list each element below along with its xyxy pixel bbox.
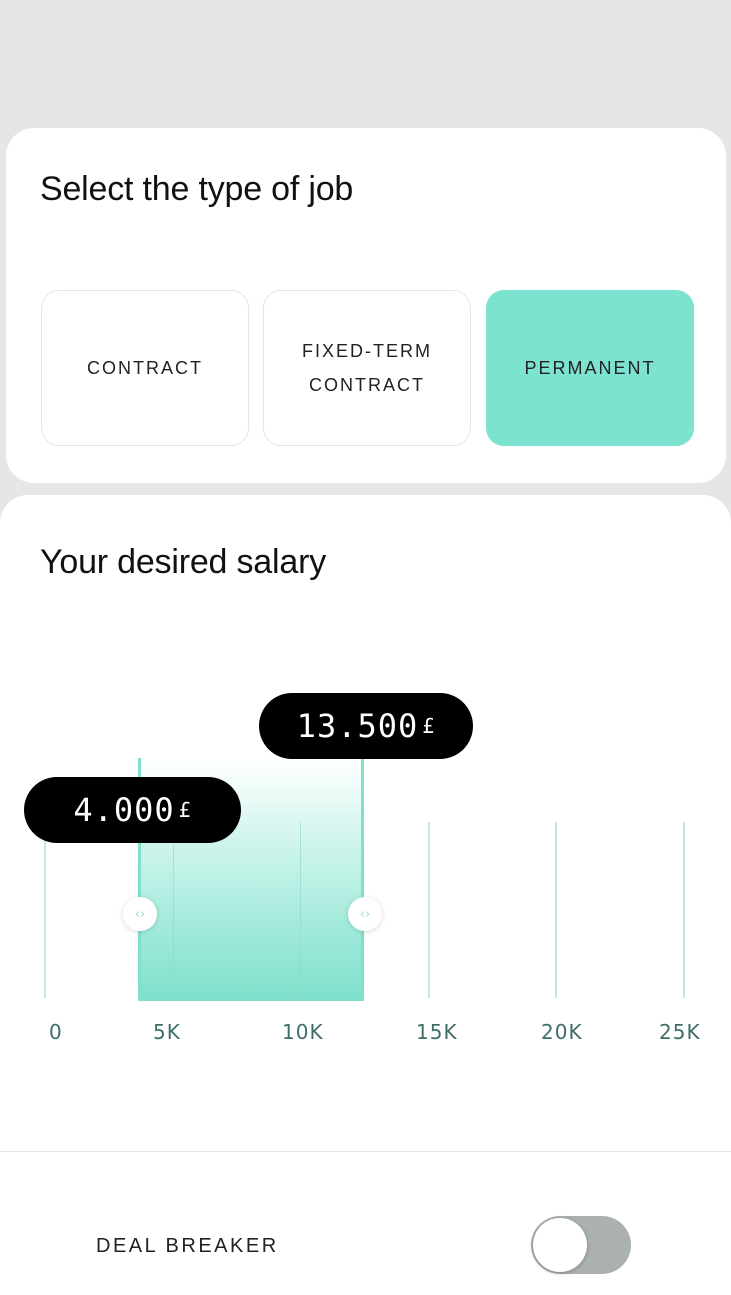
gridline-20k [555,822,557,998]
axis-tick-15k: 15K [416,1020,458,1044]
gridline-0 [44,840,46,998]
axis-tick-20k: 20K [541,1020,583,1044]
currency-symbol: £ [422,714,436,738]
job-option-fixed-term-contract[interactable]: FIXED-TERM CONTRACT [263,290,471,446]
gridline-15k [428,822,430,998]
gridline-25k [683,822,685,998]
job-type-title: Select the type of job [40,170,354,208]
gridline-10k [300,822,301,995]
drag-arrows-icon: ‹› [134,906,146,922]
job-option-permanent-label: PERMANENT [524,358,656,378]
min-salary-value: 4.000 [73,791,175,829]
gridline-5k [173,845,174,995]
job-option-fixed-term-line2: CONTRACT [309,375,425,395]
axis-tick-0: 0 [49,1020,63,1044]
currency-symbol: £ [178,798,192,822]
min-salary-handle[interactable]: ‹› [123,897,157,931]
divider [0,1151,731,1152]
job-option-fixed-term-label: FIXED-TERM CONTRACT [302,334,432,402]
job-option-fixed-term-line1: FIXED-TERM [302,341,432,361]
job-option-contract-label: CONTRACT [87,358,203,378]
deal-breaker-toggle[interactable] [531,1216,631,1274]
axis-tick-10k: 10K [282,1020,324,1044]
top-bar [0,0,731,140]
min-salary-bubble: 4.000 £ [24,777,241,843]
max-salary-value: 13.500 [296,707,419,745]
max-salary-bubble: 13.500 £ [259,693,473,759]
toggle-knob [533,1218,587,1272]
deal-breaker-label: DEAL BREAKER [96,1235,279,1257]
drag-arrows-icon: ‹› [359,906,371,922]
job-option-contract[interactable]: CONTRACT [41,290,249,446]
job-option-permanent[interactable]: PERMANENT [486,290,694,446]
salary-title: Your desired salary [40,543,326,581]
salary-card [0,495,731,1295]
axis-tick-5k: 5K [153,1020,181,1044]
max-salary-handle[interactable]: ‹› [348,897,382,931]
axis-tick-25k: 25K [659,1020,701,1044]
